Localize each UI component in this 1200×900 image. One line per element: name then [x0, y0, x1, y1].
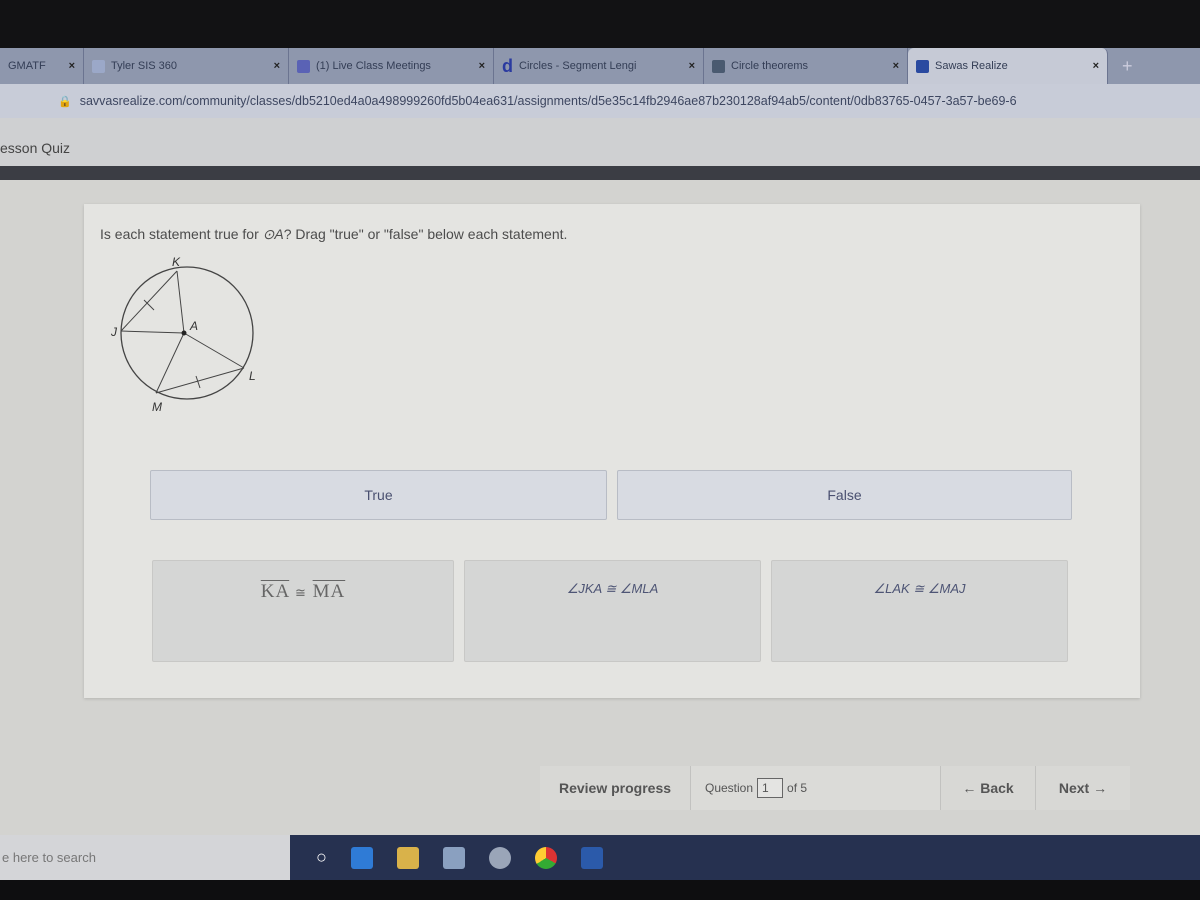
review-progress-button[interactable]: Review progress	[540, 766, 690, 810]
quiz-footer: Review progress Question 1 of 5 ← Back N…	[540, 766, 1130, 810]
teams-icon	[297, 59, 310, 73]
taskbar: e here to search ○	[0, 835, 1200, 880]
false-drag-tile[interactable]: False	[617, 470, 1072, 520]
lock-icon: 🔒	[58, 95, 72, 108]
savvas-icon	[916, 59, 929, 73]
desmos-icon: d	[502, 55, 513, 76]
tab-gmatf[interactable]: GMATF ×	[0, 48, 84, 84]
circle-diagram: K J A L M	[110, 255, 256, 414]
svg-text:M: M	[152, 400, 162, 414]
question-prompt: Is each statement true for ⊙A? Drag "tru…	[100, 226, 568, 242]
tab-savvas-realize[interactable]: Sawas Realize ×	[908, 48, 1108, 84]
close-icon[interactable]: ×	[1093, 60, 1099, 72]
divider	[0, 166, 1200, 180]
site-icon	[712, 59, 725, 73]
taskbar-search[interactable]: e here to search	[0, 835, 290, 880]
statement-drop-zone-1[interactable]: KA ≅ MA	[152, 560, 454, 662]
back-button[interactable]: ← Back	[940, 766, 1035, 810]
file-explorer-icon[interactable]	[396, 846, 419, 869]
address-bar[interactable]: 🔒 savvasrealize.com/community/classes/db…	[0, 84, 1200, 118]
svg-text:A: A	[189, 319, 198, 333]
store-icon[interactable]	[442, 846, 465, 869]
tab-circle-theorems[interactable]: Circle theorems ×	[704, 48, 908, 84]
screen-bezel-bottom	[0, 880, 1200, 900]
close-icon[interactable]: ×	[69, 60, 75, 72]
word-icon[interactable]	[580, 846, 603, 869]
tab-tyler-sis[interactable]: Tyler SIS 360 ×	[84, 48, 289, 84]
close-icon[interactable]: ×	[274, 60, 280, 72]
tyler-icon	[92, 59, 105, 73]
close-icon[interactable]: ×	[689, 60, 695, 72]
new-tab-button[interactable]: +	[1122, 56, 1133, 77]
close-icon[interactable]: ×	[479, 60, 485, 72]
main-content: Is each statement true for ⊙A? Drag "tru…	[0, 180, 1200, 835]
close-icon[interactable]: ×	[893, 60, 899, 72]
question-card: Is each statement true for ⊙A? Drag "tru…	[84, 204, 1140, 698]
page-header: esson Quiz	[0, 118, 1200, 170]
statement-drop-zone-3[interactable]: ∠LAK ≅ ∠MAJ	[771, 560, 1068, 662]
page-title: esson Quiz	[0, 140, 71, 156]
edge-icon[interactable]	[350, 846, 373, 869]
cortana-icon[interactable]: ○	[316, 847, 327, 868]
next-button[interactable]: Next →	[1035, 766, 1130, 810]
tab-circles-segment[interactable]: d Circles - Segment Lengi ×	[494, 48, 704, 84]
svg-text:L: L	[249, 369, 256, 383]
svg-text:K: K	[172, 255, 181, 269]
screen-bezel	[0, 0, 1200, 48]
statement-drop-zone-2[interactable]: ∠JKA ≅ ∠MLA	[464, 560, 761, 662]
tab-bar: GMATF × Tyler SIS 360 × (1) Live Class Mee…	[0, 48, 1200, 84]
question-number-input[interactable]: 1	[757, 778, 784, 798]
url-text: savvasrealize.com/community/classes/db52…	[79, 94, 1017, 108]
svg-text:J: J	[110, 325, 118, 339]
chrome-icon[interactable]	[534, 846, 557, 869]
globe-icon[interactable]	[488, 846, 511, 869]
tab-live-class[interactable]: (1) Live Class Meetings ×	[289, 48, 494, 84]
true-drag-tile[interactable]: True	[150, 470, 607, 520]
